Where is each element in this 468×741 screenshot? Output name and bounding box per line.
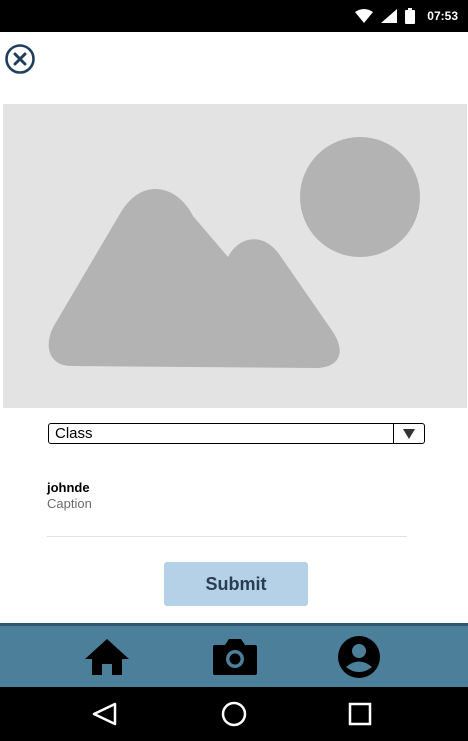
recents-icon (348, 702, 372, 726)
home-circle-icon (221, 701, 247, 727)
class-select[interactable]: Class (48, 423, 425, 444)
status-bar: 07:53 (0, 0, 468, 32)
image-placeholder[interactable] (3, 104, 467, 408)
username: johnde (47, 480, 90, 495)
image-placeholder-icon (48, 137, 420, 368)
back-icon (92, 702, 117, 726)
home-icon (85, 639, 129, 675)
tab-profile[interactable] (333, 634, 385, 680)
tab-camera[interactable] (209, 634, 261, 680)
dropdown-arrow-icon (403, 428, 415, 439)
class-select-value: Class (55, 425, 93, 442)
back-button[interactable] (89, 699, 119, 729)
system-nav-bar (0, 687, 468, 741)
battery-icon (405, 8, 416, 24)
bottom-tab-bar (0, 623, 468, 687)
status-time: 07:53 (427, 9, 458, 23)
wifi-icon (355, 9, 374, 23)
caption[interactable]: Caption (47, 496, 92, 511)
dropdown-arrow-button[interactable] (393, 424, 424, 443)
camera-icon (213, 639, 257, 675)
tab-home[interactable] (81, 634, 133, 680)
close-button[interactable] (4, 43, 36, 75)
recents-button[interactable] (345, 699, 375, 729)
account-icon (338, 636, 380, 678)
submit-button[interactable]: Submit (164, 562, 308, 606)
home-nav-button[interactable] (219, 699, 249, 729)
divider (47, 536, 407, 537)
close-icon (5, 44, 35, 74)
status-icons: 07:53 (355, 8, 458, 24)
signal-icon (381, 9, 398, 23)
